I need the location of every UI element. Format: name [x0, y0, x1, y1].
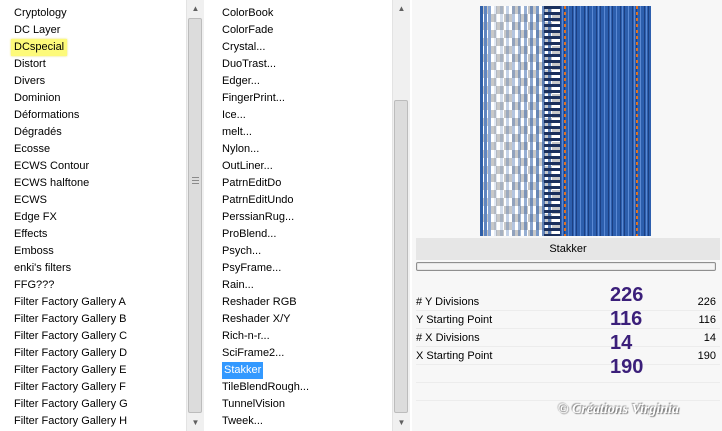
- list-item[interactable]: Ecosse: [14, 141, 50, 158]
- list-item[interactable]: melt...: [222, 124, 252, 141]
- list-item[interactable]: DuoTrast...: [222, 56, 276, 73]
- watermark: © Créations Virginia: [558, 402, 679, 417]
- list-item[interactable]: FFG???: [14, 277, 54, 294]
- category-list-scrollbar[interactable]: ▲ ▼: [186, 0, 204, 431]
- list-item[interactable]: Filter Factory Gallery E: [14, 362, 126, 379]
- list-item[interactable]: ECWS Contour: [14, 158, 89, 175]
- list-item[interactable]: Filter Factory Gallery H: [14, 413, 127, 430]
- arrow-down-icon[interactable]: ▼: [393, 414, 410, 431]
- list-item[interactable]: ProBlend...: [222, 226, 276, 243]
- list-item[interactable]: Rich-n-r...: [222, 328, 270, 345]
- list-item[interactable]: Tweek...: [222, 413, 263, 430]
- list-item[interactable]: SciFrame2...: [222, 345, 284, 362]
- list-item[interactable]: Crystal...: [222, 39, 265, 56]
- list-item[interactable]: Filter Factory Gallery G: [14, 396, 128, 413]
- list-item[interactable]: Edger...: [222, 73, 260, 90]
- list-item[interactable]: DCspecial: [11, 39, 68, 56]
- param-label: X Starting Point: [416, 350, 493, 362]
- list-item[interactable]: Edge FX: [14, 209, 57, 226]
- list-item[interactable]: PsyFrame...: [222, 260, 281, 277]
- param-y-divisions[interactable]: # Y Divisions 226: [416, 293, 720, 311]
- list-item[interactable]: Emboss: [14, 243, 54, 260]
- list-item[interactable]: Reshader X/Y: [222, 311, 290, 328]
- list-item[interactable]: TileBlendRough...: [222, 379, 309, 396]
- annotation-y-divisions: 226: [610, 284, 644, 306]
- arrow-down-icon[interactable]: ▼: [187, 414, 204, 431]
- param-value[interactable]: 14: [704, 329, 716, 347]
- list-item[interactable]: PatrnEditDo: [222, 175, 281, 192]
- list-item[interactable]: Filter Factory Gallery D: [14, 345, 127, 362]
- list-item[interactable]: FingerPrint...: [222, 90, 285, 107]
- category-list[interactable]: Cryptology DC Layer DCspecial Distort Divers…: [0, 0, 186, 431]
- list-item[interactable]: PatrnEditUndo: [222, 192, 294, 209]
- param-x-starting-point[interactable]: X Starting Point 190: [416, 347, 720, 365]
- list-item[interactable]: Dégradés: [14, 124, 62, 141]
- param-label: Y Starting Point: [416, 314, 493, 326]
- list-item[interactable]: ColorBook: [222, 5, 273, 22]
- list-item[interactable]: OutLiner...: [222, 158, 273, 175]
- list-item[interactable]: Rain...: [222, 277, 254, 294]
- list-item[interactable]: Nylon...: [222, 141, 259, 158]
- param-label: # Y Divisions: [416, 296, 480, 308]
- list-item[interactable]: Stakker: [222, 362, 264, 379]
- arrow-up-icon[interactable]: ▲: [187, 0, 204, 17]
- param-value[interactable]: 226: [698, 293, 716, 311]
- list-item[interactable]: Dominion: [14, 90, 60, 107]
- list-item[interactable]: TunnelVision: [222, 396, 285, 413]
- annotation-y-starting-point: 116: [610, 308, 643, 330]
- list-item[interactable]: Filter Factory Gallery B: [14, 311, 126, 328]
- list-item[interactable]: PerssianRug...: [222, 209, 294, 226]
- list-item[interactable]: Cryptology: [14, 5, 67, 22]
- list-item[interactable]: ColorFade: [222, 22, 273, 39]
- list-item[interactable]: DC Layer: [14, 22, 60, 39]
- list-item[interactable]: Reshader RGB: [222, 294, 297, 311]
- list-item[interactable]: Filter Factory Gallery C: [14, 328, 127, 345]
- list-item[interactable]: Divers: [14, 73, 45, 90]
- list-item[interactable]: Filter Factory Gallery A: [14, 294, 126, 311]
- param-x-divisions[interactable]: # X Divisions 14: [416, 329, 720, 347]
- param-value[interactable]: 190: [698, 347, 716, 365]
- preview-image: [480, 6, 651, 236]
- list-item[interactable]: ECWS halftone: [14, 175, 89, 192]
- arrow-up-icon[interactable]: ▲: [393, 0, 410, 17]
- scrollbar-thumb[interactable]: [188, 18, 202, 413]
- filter-name-label: Stakker: [416, 238, 720, 260]
- parameter-slider[interactable]: [416, 262, 716, 271]
- list-item[interactable]: Effects: [14, 226, 47, 243]
- list-item[interactable]: enki's filters: [14, 260, 71, 277]
- filter-list-scrollbar[interactable]: ▲ ▼: [392, 0, 410, 431]
- list-item[interactable]: ECWS: [14, 192, 47, 209]
- list-item[interactable]: Distort: [14, 56, 46, 73]
- list-item[interactable]: Ice...: [222, 107, 246, 124]
- list-item[interactable]: Psych...: [222, 243, 261, 260]
- scrollbar-thumb[interactable]: [394, 100, 408, 413]
- annotation-x-divisions: 14: [610, 332, 633, 354]
- param-label: # X Divisions: [416, 332, 480, 344]
- param-y-starting-point[interactable]: Y Starting Point 116: [416, 311, 720, 329]
- annotation-x-starting-point: 190: [610, 356, 644, 378]
- list-item[interactable]: Filter Factory Gallery F: [14, 379, 126, 396]
- list-item[interactable]: Déformations: [14, 107, 79, 124]
- filter-settings-panel: Stakker # Y Divisions 226 Y Starting Poi…: [412, 0, 722, 431]
- filter-list[interactable]: ColorBook ColorFade Crystal... DuoTrast... E…: [216, 0, 392, 431]
- param-value[interactable]: 116: [698, 311, 716, 329]
